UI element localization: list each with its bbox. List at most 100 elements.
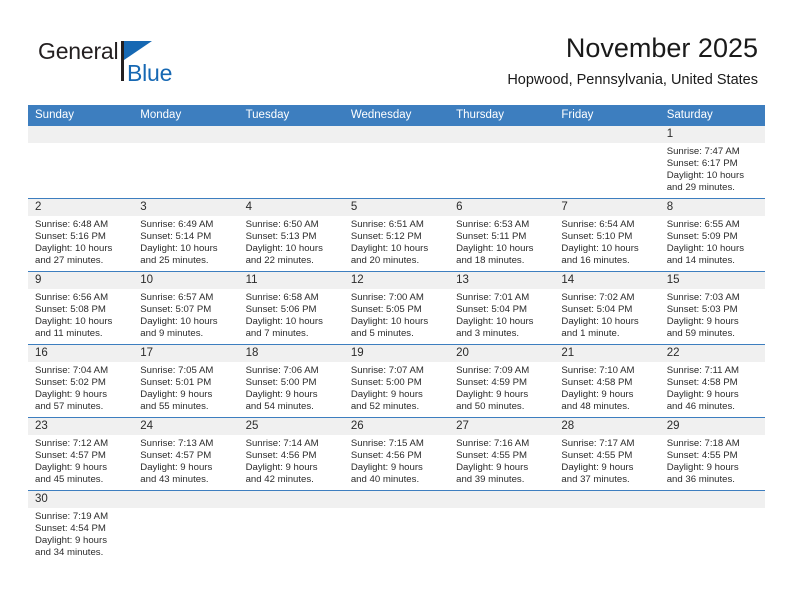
day-details: Sunrise: 7:17 AM Sunset: 4:55 PM Daylight:… bbox=[554, 435, 659, 486]
day-sunset-text: Sunset: 5:08 PM bbox=[35, 304, 106, 316]
calendar-week-row: 30 Sunrise: 7:19 AM Sunset: 4:54 PM Dayligh… bbox=[28, 490, 765, 563]
calendar-day-cell[interactable]: 4 Sunrise: 6:50 AM Sunset: 5:13 PM Daylight… bbox=[238, 199, 344, 271]
calendar-day-cell[interactable]: 15 Sunrise: 7:03 AM Sunset: 5:03 PM Dayligh… bbox=[659, 272, 765, 344]
calendar-day-cell[interactable]: 5 Sunrise: 6:51 AM Sunset: 5:12 PM Daylight… bbox=[343, 199, 450, 271]
day-daylight-l2-text: and 37 minutes. bbox=[561, 474, 630, 486]
day-number: 22 bbox=[659, 345, 765, 362]
day-sunrise-text: Sunrise: 7:07 AM bbox=[350, 365, 424, 376]
day-daylight-l1-text: Daylight: 10 hours bbox=[35, 243, 113, 255]
day-daylight-l2-text: and 50 minutes. bbox=[456, 401, 525, 413]
day-daylight-l1-text: Daylight: 9 hours bbox=[350, 389, 423, 401]
day-number bbox=[659, 491, 765, 508]
day-daylight-l1-text: Daylight: 9 hours bbox=[456, 389, 529, 401]
calendar-day-cell[interactable]: 20 Sunrise: 7:09 AM Sunset: 4:59 PM Dayligh… bbox=[449, 345, 555, 417]
day-daylight-l2-text: and 22 minutes. bbox=[245, 255, 314, 267]
day-daylight-l1-text: Daylight: 9 hours bbox=[666, 316, 739, 328]
day-number: 26 bbox=[343, 418, 450, 435]
calendar-day-cell[interactable]: 12 Sunrise: 7:00 AM Sunset: 5:05 PM Dayligh… bbox=[343, 272, 450, 344]
day-details: Sunrise: 7:18 AM Sunset: 4:55 PM Daylight:… bbox=[660, 435, 765, 486]
day-sunrise-text: Sunrise: 7:00 AM bbox=[350, 292, 424, 303]
calendar-day-cell[interactable]: 18 Sunrise: 7:06 AM Sunset: 5:00 PM Dayligh… bbox=[238, 345, 344, 417]
calendar-day-cell-empty bbox=[659, 491, 765, 563]
day-number: 20 bbox=[449, 345, 555, 362]
day-details: Sunrise: 6:50 AM Sunset: 5:13 PM Daylight:… bbox=[239, 216, 344, 267]
day-number: 7 bbox=[554, 199, 660, 216]
day-details: Sunrise: 7:10 AM Sunset: 4:58 PM Daylight:… bbox=[554, 362, 659, 413]
day-number bbox=[133, 491, 239, 508]
calendar-day-cell[interactable]: 19 Sunrise: 7:07 AM Sunset: 5:00 PM Dayligh… bbox=[343, 345, 450, 417]
calendar-day-cell-empty bbox=[133, 126, 239, 198]
day-daylight-l2-text: and 48 minutes. bbox=[561, 401, 630, 413]
calendar-day-cell[interactable]: 3 Sunrise: 6:49 AM Sunset: 5:14 PM Daylight… bbox=[133, 199, 239, 271]
day-sunrise-text: Sunrise: 7:05 AM bbox=[140, 365, 214, 376]
day-number: 11 bbox=[238, 272, 344, 289]
calendar-day-cell[interactable]: 28 Sunrise: 7:17 AM Sunset: 4:55 PM Dayligh… bbox=[554, 418, 660, 490]
day-number: 30 bbox=[28, 491, 134, 508]
calendar-day-cell[interactable]: 8 Sunrise: 6:55 AM Sunset: 5:09 PM Daylight… bbox=[659, 199, 765, 271]
weekday-header-saturday: Saturday bbox=[666, 109, 713, 121]
calendar-day-cell[interactable]: 11 Sunrise: 6:58 AM Sunset: 5:06 PM Dayligh… bbox=[238, 272, 344, 344]
day-sunset-text: Sunset: 5:04 PM bbox=[456, 304, 528, 316]
day-sunset-text: Sunset: 5:12 PM bbox=[350, 231, 422, 243]
day-daylight-l2-text: and 18 minutes. bbox=[456, 255, 525, 267]
day-daylight-l1-text: Daylight: 9 hours bbox=[35, 462, 107, 474]
calendar-day-cell[interactable]: 24 Sunrise: 7:13 AM Sunset: 4:57 PM Dayligh… bbox=[133, 418, 239, 490]
day-sunset-text: Sunset: 5:00 PM bbox=[350, 377, 422, 389]
day-sunset-text: Sunset: 4:55 PM bbox=[561, 450, 633, 462]
day-sunrise-text: Sunrise: 7:13 AM bbox=[140, 438, 214, 449]
day-sunset-text: Sunset: 4:59 PM bbox=[456, 377, 528, 389]
day-number: 14 bbox=[554, 272, 660, 289]
day-number: 3 bbox=[133, 199, 239, 216]
calendar-day-cell[interactable]: 14 Sunrise: 7:02 AM Sunset: 5:04 PM Dayligh… bbox=[554, 272, 660, 344]
calendar-day-cell[interactable]: 6 Sunrise: 6:53 AM Sunset: 5:11 PM Daylight… bbox=[449, 199, 555, 271]
day-sunset-text: Sunset: 5:09 PM bbox=[666, 231, 738, 243]
day-daylight-l1-text: Daylight: 10 hours bbox=[140, 243, 218, 255]
calendar-day-cell[interactable]: 17 Sunrise: 7:05 AM Sunset: 5:01 PM Dayligh… bbox=[133, 345, 239, 417]
calendar-weeks: 1 Sunrise: 7:47 AM Sunset: 6:17 PM Daylight… bbox=[28, 126, 765, 563]
day-sunrise-text: Sunrise: 7:06 AM bbox=[245, 365, 319, 376]
day-daylight-l2-text: and 34 minutes. bbox=[35, 547, 104, 559]
day-number: 17 bbox=[133, 345, 239, 362]
weekday-header-thursday: Thursday bbox=[456, 109, 505, 121]
day-sunrise-text: Sunrise: 6:49 AM bbox=[140, 219, 214, 230]
calendar-day-cell[interactable]: 26 Sunrise: 7:15 AM Sunset: 4:56 PM Dayligh… bbox=[343, 418, 450, 490]
calendar-day-cell[interactable]: 30 Sunrise: 7:19 AM Sunset: 4:54 PM Dayligh… bbox=[28, 491, 134, 563]
day-sunset-text: Sunset: 5:03 PM bbox=[666, 304, 738, 316]
calendar-week-row: 23 Sunrise: 7:12 AM Sunset: 4:57 PM Dayligh… bbox=[28, 417, 765, 490]
calendar-day-cell[interactable]: 21 Sunrise: 7:10 AM Sunset: 4:58 PM Dayligh… bbox=[554, 345, 660, 417]
title-block: November 2025 Hopwood, Pennsylvania, Uni… bbox=[507, 32, 758, 90]
calendar-day-cell[interactable]: 10 Sunrise: 6:57 AM Sunset: 5:07 PM Dayligh… bbox=[133, 272, 239, 344]
day-daylight-l2-text: and 46 minutes. bbox=[666, 401, 735, 413]
calendar-day-cell[interactable]: 29 Sunrise: 7:18 AM Sunset: 4:55 PM Dayligh… bbox=[659, 418, 765, 490]
calendar-day-cell[interactable]: 23 Sunrise: 7:12 AM Sunset: 4:57 PM Dayligh… bbox=[28, 418, 134, 490]
day-number: 8 bbox=[659, 199, 765, 216]
calendar-day-cell[interactable]: 25 Sunrise: 7:14 AM Sunset: 4:56 PM Dayligh… bbox=[238, 418, 344, 490]
calendar-day-cell[interactable]: 16 Sunrise: 7:04 AM Sunset: 5:02 PM Dayligh… bbox=[28, 345, 134, 417]
day-daylight-l2-text: and 11 minutes. bbox=[35, 328, 103, 340]
day-number bbox=[554, 126, 660, 143]
day-details: Sunrise: 6:51 AM Sunset: 5:12 PM Daylight:… bbox=[344, 216, 449, 267]
day-daylight-l1-text: Daylight: 10 hours bbox=[666, 243, 745, 255]
day-details: Sunrise: 6:54 AM Sunset: 5:10 PM Daylight:… bbox=[554, 216, 659, 267]
logo-text-blue: Blue bbox=[127, 60, 173, 86]
calendar-day-cell[interactable]: 9 Sunrise: 6:56 AM Sunset: 5:08 PM Daylight… bbox=[28, 272, 134, 344]
calendar-day-cell[interactable]: 7 Sunrise: 6:54 AM Sunset: 5:10 PM Daylight… bbox=[554, 199, 660, 271]
calendar-day-cell[interactable]: 1 Sunrise: 7:47 AM Sunset: 6:17 PM Daylight… bbox=[659, 126, 765, 198]
day-number: 28 bbox=[554, 418, 660, 435]
day-sunrise-text: Sunrise: 7:19 AM bbox=[35, 511, 109, 522]
day-daylight-l1-text: Daylight: 10 hours bbox=[456, 316, 534, 328]
day-details: Sunrise: 7:16 AM Sunset: 4:55 PM Daylight:… bbox=[449, 435, 554, 486]
day-number bbox=[133, 126, 239, 143]
day-number: 4 bbox=[238, 199, 344, 216]
day-daylight-l2-text: and 42 minutes. bbox=[245, 474, 314, 486]
day-details: Sunrise: 6:55 AM Sunset: 5:09 PM Daylight:… bbox=[660, 216, 765, 267]
calendar-day-cell[interactable]: 27 Sunrise: 7:16 AM Sunset: 4:55 PM Dayligh… bbox=[449, 418, 555, 490]
calendar-day-cell[interactable]: 13 Sunrise: 7:01 AM Sunset: 5:04 PM Dayligh… bbox=[449, 272, 555, 344]
calendar-day-cell[interactable]: 22 Sunrise: 7:11 AM Sunset: 4:58 PM Dayligh… bbox=[659, 345, 765, 417]
day-sunset-text: Sunset: 4:55 PM bbox=[666, 450, 738, 462]
general-blue-logo[interactable]: General Blue bbox=[38, 38, 218, 90]
calendar-day-cell-empty bbox=[554, 491, 660, 563]
day-daylight-l2-text: and 45 minutes. bbox=[35, 474, 104, 486]
day-daylight-l1-text: Daylight: 10 hours bbox=[350, 316, 429, 328]
calendar-day-cell[interactable]: 2 Sunrise: 6:48 AM Sunset: 5:16 PM Daylight… bbox=[28, 199, 134, 271]
